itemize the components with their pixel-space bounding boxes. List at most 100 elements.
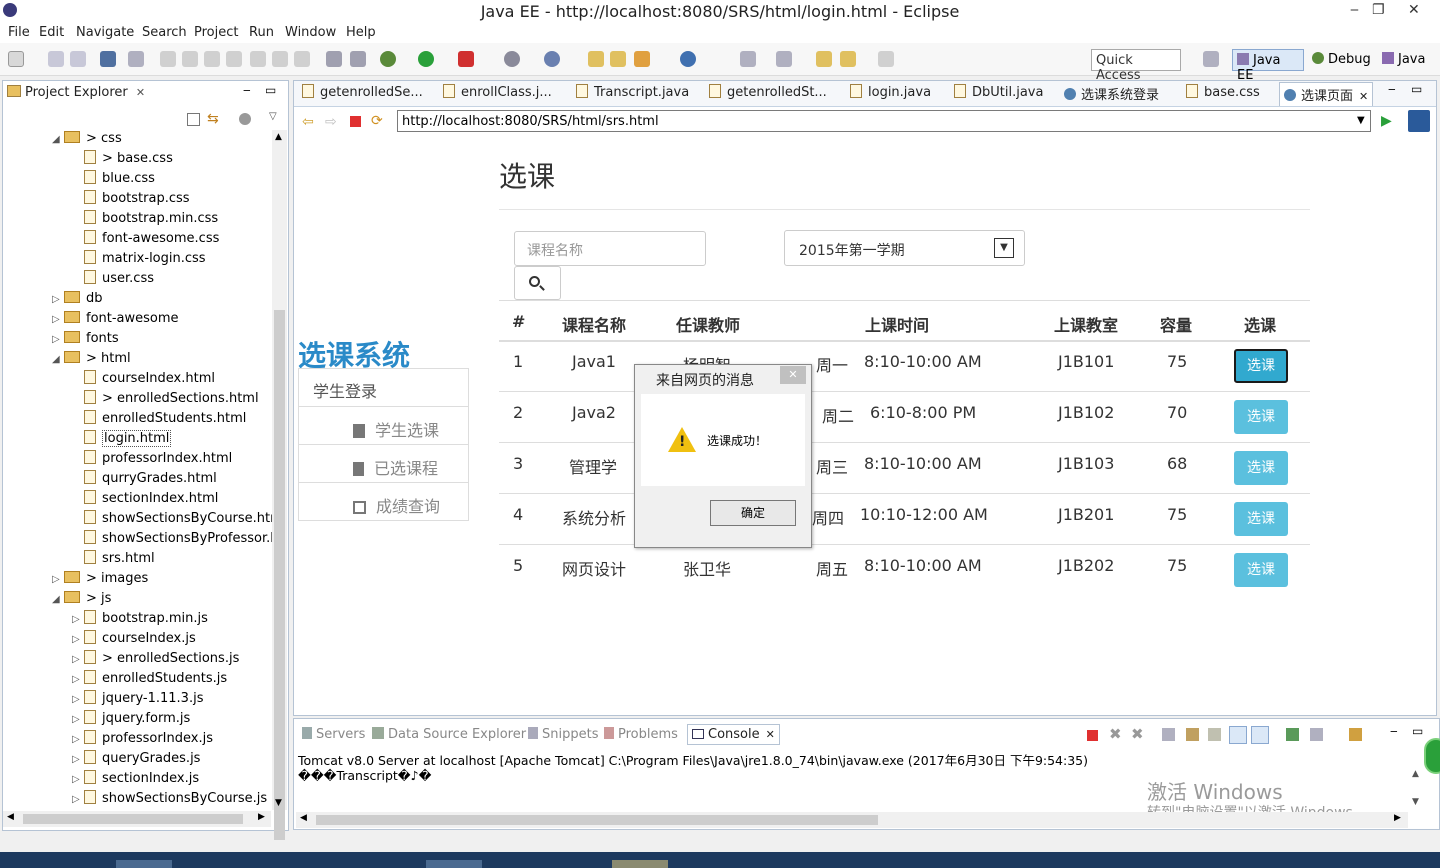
menu-file[interactable]: File (8, 25, 30, 40)
prev-annotation-icon[interactable] (776, 51, 792, 67)
link-editor-icon[interactable]: ⇆ (207, 111, 219, 127)
outline-icon[interactable] (326, 51, 342, 67)
run-icon[interactable] (418, 51, 434, 67)
tree-item[interactable]: showSectionsByProfessor.html (72, 530, 272, 550)
expand-closed-icon[interactable]: ▷ (52, 331, 64, 349)
menu-navigate[interactable]: Navigate (76, 25, 134, 40)
project-explorer-tab[interactable]: Project Explorer ✕ (7, 85, 147, 105)
minimize-editor-icon[interactable]: ‒ (1388, 82, 1396, 96)
show-stderr-icon[interactable] (1251, 726, 1269, 744)
tree-item[interactable]: bootstrap.css (72, 190, 190, 210)
menu-window[interactable]: Window (285, 25, 336, 40)
select-course-button[interactable]: 选课 (1234, 502, 1288, 536)
expand-closed-icon[interactable]: ▷ (52, 291, 64, 309)
step-over-icon[interactable] (272, 51, 288, 67)
suspend-icon[interactable] (182, 51, 198, 67)
step-return-icon[interactable] (294, 51, 310, 67)
expand-closed-icon[interactable]: ▷ (72, 651, 84, 669)
new-icon[interactable] (8, 51, 24, 67)
close-tab-icon[interactable]: ✕ (766, 728, 775, 741)
tree-item[interactable]: ▷ > enrolledSections.js (72, 650, 239, 670)
save-all-icon[interactable] (70, 51, 86, 67)
browser-open-external-icon[interactable] (1408, 110, 1430, 132)
back-icon[interactable] (840, 51, 856, 67)
expand-open-icon[interactable]: ◢ (52, 591, 64, 609)
forward-icon[interactable] (878, 51, 894, 67)
hscroll-thumb[interactable] (23, 814, 243, 824)
expand-closed-icon[interactable]: ▷ (72, 731, 84, 749)
browser-go-icon[interactable]: ▶ (1381, 113, 1392, 129)
console-hscroll-thumb[interactable] (316, 815, 878, 825)
tree-item[interactable]: ▷ showSectionsByCourse.js (72, 790, 267, 810)
expand-closed-icon[interactable]: ▷ (72, 671, 84, 689)
tasks-icon[interactable] (350, 51, 366, 67)
console-scroll-up-icon[interactable]: ▲ (1412, 769, 1419, 779)
menu-project[interactable]: Project (194, 25, 238, 40)
menu-help[interactable]: Help (346, 25, 376, 40)
tree-item[interactable]: ▷ bootstrap.min.js (72, 610, 208, 630)
expand-closed-icon[interactable]: ▷ (72, 631, 84, 649)
collapse-all-icon[interactable] (187, 113, 200, 126)
tree-item[interactable]: login.html (72, 430, 172, 450)
expand-closed-icon[interactable]: ▷ (72, 751, 84, 769)
editor-tab-dbutil[interactable]: DbUtil.java (954, 84, 1043, 106)
editor-tab-base-css[interactable]: base.css (1186, 84, 1260, 106)
next-annotation-icon[interactable] (740, 51, 756, 67)
external-tools-icon[interactable] (504, 51, 520, 67)
perspective-debug[interactable]: Debug (1308, 49, 1375, 71)
terminate-console-icon[interactable] (1087, 730, 1098, 741)
dialog-ok-button[interactable]: 确定 (710, 500, 796, 526)
console-tab[interactable]: Console ✕ (687, 724, 780, 745)
tree-item[interactable]: user.css (72, 270, 154, 290)
browser-refresh-icon[interactable]: ⟳ (371, 113, 383, 129)
scroll-lock-icon[interactable] (1186, 728, 1199, 741)
tree-item[interactable]: ▷ courseIndex.js (72, 630, 196, 650)
tree-item[interactable]: ▷ fonts (52, 330, 119, 350)
remove-launch-icon[interactable]: ✖ (1109, 725, 1122, 743)
tree-item[interactable]: enrolledStudents.html (72, 410, 246, 430)
editor-tab-getenrolledse[interactable]: getenrolledSe... (302, 84, 423, 106)
console-scroll-down-icon[interactable]: ▼ (1412, 797, 1419, 807)
url-input[interactable]: http://localhost:8080/SRS/html/srs.html (397, 110, 1371, 132)
url-dropdown-icon[interactable]: ▼ (1357, 115, 1365, 126)
snippets-tab[interactable]: Snippets (528, 727, 598, 742)
nav-item-select-course[interactable]: 学生选课 (299, 407, 468, 445)
nav-item-student-login[interactable]: 学生登录 (299, 369, 468, 407)
pin-console-icon[interactable] (1286, 728, 1299, 741)
scroll-left-icon[interactable]: ◀ (7, 812, 14, 822)
tree-item[interactable]: ▷ professorIndex.js (72, 730, 213, 750)
view-menu-icon[interactable]: ▽ (269, 111, 277, 122)
editor-tab-transcript[interactable]: Transcript.java (576, 84, 689, 106)
new-class-icon[interactable] (544, 51, 560, 67)
show-stdout-icon[interactable] (1229, 726, 1247, 744)
tree-item[interactable]: > base.css (72, 150, 173, 170)
minimize-button[interactable]: ‒ (1350, 2, 1359, 18)
expand-open-icon[interactable]: ◢ (52, 351, 64, 369)
editor-tab-login-page[interactable]: 选课系统登录 (1064, 84, 1159, 106)
tree-item[interactable]: showSectionsByCourse.html (72, 510, 272, 530)
taskbar-app-icon[interactable] (426, 860, 482, 868)
select-course-button[interactable]: 选课 (1234, 553, 1288, 587)
course-search-input[interactable]: 课程名称 (514, 231, 706, 266)
browser-forward-icon[interactable]: ⇨ (325, 114, 337, 130)
tree-item[interactable]: ▷ > images (52, 570, 148, 590)
close-window-button[interactable]: ✕ (1408, 2, 1420, 18)
console-scroll-left-icon[interactable]: ◀ (300, 813, 307, 823)
scroll-right-icon[interactable]: ▶ (258, 812, 265, 822)
tree-item[interactable]: sectionIndex.html (72, 490, 218, 510)
expand-closed-icon[interactable]: ▷ (72, 711, 84, 729)
editor-tab-active[interactable]: 选课页面 ✕ (1279, 82, 1374, 106)
expand-open-icon[interactable]: ◢ (52, 131, 64, 149)
menu-run[interactable]: Run (249, 25, 274, 40)
scroll-up-icon[interactable]: ▲ (275, 132, 282, 142)
last-edit-icon[interactable] (816, 51, 832, 67)
step-into-icon[interactable] (250, 51, 266, 67)
explorer-vertical-scrollbar[interactable]: ▲ ▼ (272, 130, 287, 840)
clear-console-icon[interactable] (1162, 728, 1175, 741)
terminate-icon[interactable] (204, 51, 220, 67)
tree-item[interactable]: font-awesome.css (72, 230, 219, 250)
search-toolbar-icon[interactable] (634, 51, 650, 67)
console-hscrollbar[interactable]: ◀ ▶ (296, 812, 1408, 828)
tree-item[interactable]: professorIndex.html (72, 450, 232, 470)
editor-tab-getenrolledst[interactable]: getenrolledSt... (709, 84, 827, 106)
